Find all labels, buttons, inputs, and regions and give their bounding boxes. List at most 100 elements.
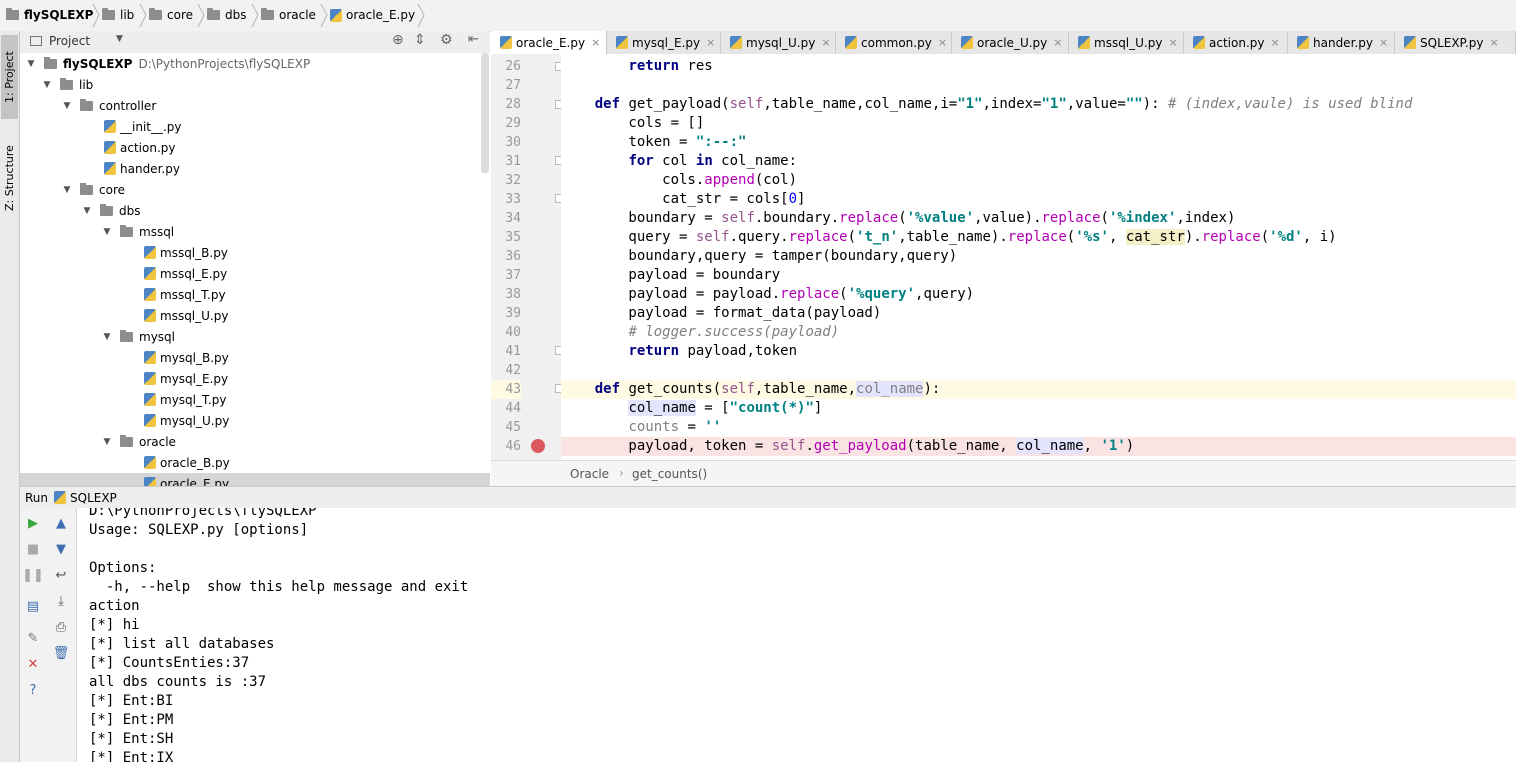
- close-icon[interactable]: ✕: [25, 656, 41, 672]
- tree-node-file[interactable]: oracle_B.py: [144, 452, 230, 473]
- editor-breadcrumb-class[interactable]: Oracle: [570, 467, 609, 481]
- tree-node-file[interactable]: mysql_T.py: [144, 389, 226, 410]
- chevron-down-icon[interactable]: ▼: [62, 185, 72, 195]
- left-tool-stripe: 1: Project Z: Structure: [0, 31, 20, 762]
- pause-icon[interactable]: ❚❚: [22, 567, 44, 583]
- soft-wrap-icon[interactable]: ↩: [53, 567, 69, 583]
- tree-node-file[interactable]: mysql_B.py: [144, 347, 229, 368]
- project-view-selector[interactable]: Project: [49, 34, 90, 48]
- stop-icon[interactable]: ■: [25, 541, 41, 557]
- line-number: 40: [505, 325, 521, 340]
- close-icon[interactable]: ×: [706, 36, 715, 49]
- tree-node-file[interactable]: action.py: [104, 137, 175, 158]
- breakpoint-icon[interactable]: [531, 439, 545, 453]
- tab-mysql-u[interactable]: mysql_U.py ×: [721, 31, 836, 54]
- chevron-down-icon[interactable]: ▼: [42, 80, 52, 90]
- gear-icon[interactable]: ⚙: [440, 32, 453, 48]
- tab-mssql-u[interactable]: mssql_U.py ×: [1069, 31, 1184, 54]
- console-line: Usage: SQLEXP.py [options]: [89, 522, 309, 538]
- collapse-all-icon[interactable]: ⇕: [414, 32, 426, 48]
- python-file-icon: [961, 36, 973, 49]
- editor-tabs: oracle_E.py × mysql_E.py × mysql_U.py × com…: [491, 31, 1516, 55]
- scroll-to-end-icon[interactable]: ⤓: [53, 593, 69, 609]
- tree-node-folder[interactable]: ▼ lib: [42, 74, 93, 95]
- tree-node-file[interactable]: mssql_U.py: [144, 305, 228, 326]
- tree-node-folder[interactable]: ▼ mysql: [102, 326, 175, 347]
- line-number: 42: [505, 363, 521, 378]
- close-icon[interactable]: ×: [1270, 36, 1279, 49]
- tree-node-folder[interactable]: ▼ mssql: [102, 221, 174, 242]
- tab-common[interactable]: common.py ×: [836, 31, 952, 54]
- close-icon[interactable]: ×: [1379, 36, 1388, 49]
- code-line: payload = boundary: [561, 267, 781, 283]
- tree-node-folder[interactable]: ▼ dbs: [82, 200, 141, 221]
- tab-hander[interactable]: hander.py ×: [1288, 31, 1395, 54]
- rerun-icon[interactable]: ▶: [25, 515, 41, 531]
- console-line: [*] Ent:PM: [89, 712, 174, 728]
- python-file-icon: [1404, 36, 1416, 49]
- tree-node-file-selected[interactable]: oracle_E.py: [20, 473, 490, 486]
- tree-scrollbar[interactable]: [481, 53, 489, 173]
- run-toolbar: ▶ ■ ❚❚ ▤ ✎ ✕ ? ▲ ▼ ↩ ⤓ ⎙ 🗑: [20, 508, 77, 762]
- tab-mysql-e[interactable]: mysql_E.py ×: [607, 31, 721, 54]
- run-config-tab[interactable]: SQLEXP: [70, 491, 117, 505]
- python-file-icon: [144, 477, 156, 486]
- tree-node-folder[interactable]: ▼ core: [62, 179, 125, 200]
- editor-breadcrumb-function[interactable]: get_counts(): [632, 467, 707, 481]
- trash-icon[interactable]: 🗑: [53, 645, 70, 661]
- restore-layout-icon[interactable]: ▤: [25, 598, 41, 614]
- tree-node-root[interactable]: ▼ flySQLEXP D:\PythonProjects\flySQLEXP: [26, 53, 310, 74]
- arrow-down-icon[interactable]: ▼: [53, 541, 69, 557]
- code-line: boundary,query = tamper(boundary,query): [561, 248, 958, 264]
- tree-node-file[interactable]: mssql_B.py: [144, 242, 228, 263]
- tab-oracle-u[interactable]: oracle_U.py ×: [952, 31, 1069, 54]
- tree-node-folder[interactable]: ▼ oracle: [102, 431, 176, 452]
- tab-oracle-e[interactable]: oracle_E.py ×: [491, 31, 607, 54]
- scroll-from-source-icon[interactable]: ⊕: [392, 32, 404, 48]
- run-panel-header: Run SQLEXP: [20, 486, 1516, 510]
- hide-panel-icon[interactable]: ⇤: [468, 32, 479, 47]
- chevron-down-icon[interactable]: ▼: [116, 34, 123, 44]
- chevron-down-icon[interactable]: ▼: [82, 206, 92, 216]
- print-icon[interactable]: ⎙: [53, 619, 69, 635]
- chevron-down-icon[interactable]: ▼: [102, 437, 112, 447]
- close-icon[interactable]: ×: [821, 36, 830, 49]
- chevron-down-icon[interactable]: ▼: [26, 59, 36, 69]
- code-line-current: def get_counts(self,table_name,col_name)…: [561, 380, 1516, 399]
- tree-node-file[interactable]: __init__.py: [104, 116, 182, 137]
- folder-icon: [80, 182, 93, 195]
- pin-icon[interactable]: ✎: [25, 630, 41, 646]
- console-line: action: [89, 598, 140, 614]
- chevron-down-icon[interactable]: ▼: [62, 101, 72, 111]
- chevron-down-icon[interactable]: ▼: [102, 227, 112, 237]
- tree-node-file[interactable]: mysql_E.py: [144, 368, 228, 389]
- tool-window-project[interactable]: 1: Project: [1, 35, 18, 119]
- code-line: counts = '': [628, 419, 722, 435]
- tree-node-file[interactable]: mysql_U.py: [144, 410, 229, 431]
- tree-node-folder[interactable]: ▼ controller: [62, 95, 156, 116]
- tool-window-structure[interactable]: Z: Structure: [1, 123, 18, 233]
- folder-icon: [100, 203, 113, 216]
- help-icon[interactable]: ?: [25, 682, 41, 698]
- tab-sqlexp[interactable]: SQLEXP.py ×: [1395, 31, 1516, 54]
- close-icon[interactable]: ×: [591, 36, 600, 49]
- tab-action[interactable]: action.py ×: [1184, 31, 1288, 54]
- close-icon[interactable]: ×: [938, 36, 947, 49]
- close-icon[interactable]: ×: [1053, 36, 1062, 49]
- code-line: payload = payload.replace('%query',query…: [561, 286, 975, 302]
- code-editor[interactable]: return res def get_payload(self,table_na…: [561, 54, 1516, 460]
- chevron-down-icon[interactable]: ▼: [102, 332, 112, 342]
- close-icon[interactable]: ×: [1489, 36, 1498, 49]
- console-line: [*] CountsEnties:37: [89, 655, 250, 671]
- code-line: query = self.query.replace('t_n',table_n…: [561, 229, 1337, 245]
- close-icon[interactable]: ×: [1168, 36, 1177, 49]
- tree-node-file[interactable]: mssql_T.py: [144, 284, 226, 305]
- editor-gutter[interactable]: 26 27 28 29 30 31 32 33 34 35 36 37 38 3…: [491, 54, 561, 460]
- tree-node-file[interactable]: mssql_E.py: [144, 263, 227, 284]
- run-console[interactable]: D:\PythonProjects\flySQLEXP Usage: SQLEX…: [77, 508, 1516, 762]
- python-file-icon: [144, 414, 156, 427]
- tree-node-file[interactable]: hander.py: [104, 158, 180, 179]
- arrow-up-icon[interactable]: ▲: [53, 515, 69, 531]
- console-line: [*] Ent:BI: [89, 693, 174, 709]
- python-file-icon: [144, 267, 156, 280]
